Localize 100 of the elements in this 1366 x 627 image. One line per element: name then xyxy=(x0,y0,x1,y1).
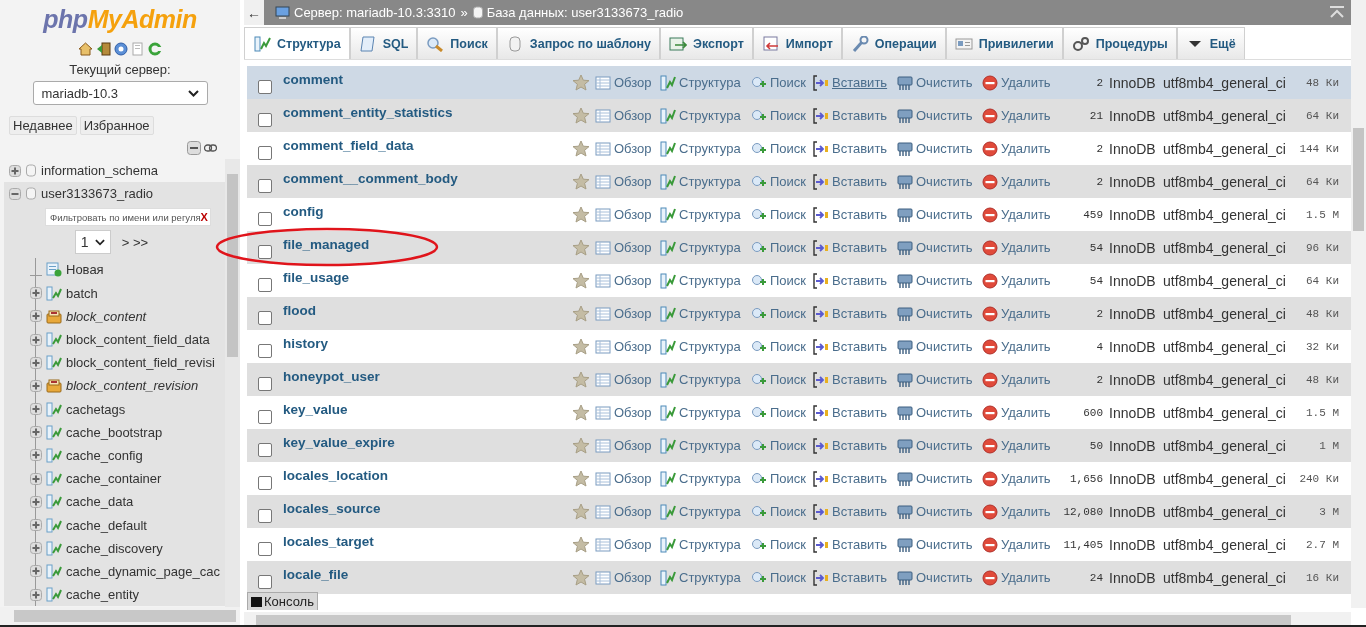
expand-icon[interactable] xyxy=(30,426,42,439)
action-link[interactable]: Поиск xyxy=(770,240,807,255)
action-link[interactable]: Удалить xyxy=(1001,438,1051,453)
star-icon[interactable] xyxy=(572,470,590,487)
action-link[interactable]: Структура xyxy=(679,108,741,123)
action-link[interactable]: Обзор xyxy=(614,306,652,321)
action-link[interactable]: Обзор xyxy=(614,471,652,486)
new-table-link[interactable]: Новая xyxy=(66,262,104,278)
action-link[interactable]: Обзор xyxy=(614,537,652,552)
row-checkbox[interactable] xyxy=(258,277,272,292)
table-name[interactable]: cache_config xyxy=(66,447,143,463)
action-link[interactable]: Обзор xyxy=(614,570,652,585)
database-link[interactable]: База данных: user3133673_radio xyxy=(486,5,684,20)
action-link[interactable]: Удалить xyxy=(1001,570,1051,585)
action-link[interactable]: Удалить xyxy=(1001,339,1051,354)
back-button[interactable]: ← xyxy=(244,0,264,25)
action-link[interactable]: Вставить xyxy=(832,306,888,321)
database-name[interactable]: user3133673_radio xyxy=(41,186,154,202)
action-link[interactable]: Вставить xyxy=(832,504,888,519)
action-link[interactable]: Очистить xyxy=(916,75,973,90)
action-link[interactable]: Структура xyxy=(679,306,741,321)
action-link[interactable]: Структура xyxy=(679,141,741,156)
row-checkbox[interactable] xyxy=(258,310,272,325)
action-link[interactable]: Поиск xyxy=(770,438,807,453)
server-select[interactable]: mariadb-10.3 xyxy=(32,81,208,105)
action-link[interactable]: Поиск xyxy=(770,405,807,420)
action-link[interactable]: Структура xyxy=(679,372,741,387)
row-checkbox[interactable] xyxy=(258,244,272,259)
action-link[interactable]: Структура xyxy=(679,207,741,222)
table-name[interactable]: cache_default xyxy=(66,517,147,533)
action-link[interactable]: Очистить xyxy=(916,570,973,585)
action-link[interactable]: Очистить xyxy=(916,108,973,123)
page-navigation-link[interactable]: > >> xyxy=(121,234,149,250)
collapse-icon[interactable] xyxy=(1329,5,1345,19)
row-checkbox[interactable] xyxy=(258,79,272,94)
action-link[interactable]: Удалить xyxy=(1001,174,1051,189)
action-link[interactable]: Очистить xyxy=(916,273,973,288)
action-link[interactable]: Структура xyxy=(679,570,741,585)
table-name[interactable]: cache_data xyxy=(66,494,134,510)
star-icon[interactable] xyxy=(572,239,590,256)
action-link[interactable]: Удалить xyxy=(1001,372,1051,387)
action-link[interactable]: Поиск xyxy=(770,471,807,486)
action-link[interactable]: Поиск xyxy=(770,372,807,387)
star-icon[interactable] xyxy=(572,107,590,124)
expand-icon[interactable] xyxy=(30,379,42,392)
table-name-link[interactable]: comment_field_data xyxy=(283,138,414,153)
action-link[interactable]: Вставить xyxy=(832,273,888,288)
table-name[interactable]: cache_bootstrap xyxy=(66,424,163,440)
action-link[interactable]: Структура xyxy=(679,471,741,486)
table-name[interactable]: batch xyxy=(66,285,98,301)
table-name-link[interactable]: locales_source xyxy=(283,501,381,516)
table-name-link[interactable]: locales_location xyxy=(283,468,389,483)
expand-icon[interactable] xyxy=(30,310,42,323)
action-link[interactable]: Структура xyxy=(679,75,741,90)
home-icon[interactable] xyxy=(78,42,93,56)
action-link[interactable]: Обзор xyxy=(614,108,652,123)
database-name[interactable]: information_schema xyxy=(41,163,159,179)
action-link[interactable]: Удалить xyxy=(1001,537,1051,552)
tab[interactable]: Структура xyxy=(244,27,350,59)
table-name-link[interactable]: comment__comment_body xyxy=(283,171,458,186)
action-link[interactable]: Структура xyxy=(679,405,741,420)
row-checkbox[interactable] xyxy=(258,409,272,424)
expand-icon[interactable] xyxy=(30,287,42,300)
action-link[interactable]: Обзор xyxy=(614,405,652,420)
tab[interactable]: Операции xyxy=(841,27,946,59)
action-link[interactable]: Очистить xyxy=(916,207,973,222)
table-name-link[interactable]: locales_target xyxy=(283,534,374,549)
expand-icon[interactable] xyxy=(30,333,42,346)
scrollbar[interactable] xyxy=(225,159,240,607)
star-icon[interactable] xyxy=(572,536,590,553)
tab[interactable]: Привилегии xyxy=(945,27,1063,59)
action-link[interactable]: Вставить xyxy=(832,471,888,486)
action-link[interactable]: Очистить xyxy=(916,471,973,486)
table-name[interactable]: cache_dynamic_page_cac xyxy=(66,563,220,579)
action-link[interactable]: Поиск xyxy=(770,75,807,90)
action-link[interactable]: Структура xyxy=(679,174,741,189)
table-name-link[interactable]: file_usage xyxy=(283,270,350,285)
star-icon[interactable] xyxy=(572,371,590,388)
action-link[interactable]: Удалить xyxy=(1001,108,1051,123)
expand-icon[interactable] xyxy=(30,403,42,416)
action-link[interactable]: Вставить xyxy=(832,570,888,585)
action-link[interactable]: Вставить xyxy=(832,372,888,387)
action-link[interactable]: Поиск xyxy=(770,306,807,321)
action-link[interactable]: Вставить xyxy=(832,438,888,453)
sidebar-tab-button[interactable]: Избранное xyxy=(79,116,154,135)
action-link[interactable]: Поиск xyxy=(770,108,807,123)
action-link[interactable]: Поиск xyxy=(770,207,807,222)
console-button[interactable]: Консоль xyxy=(247,592,318,610)
tab[interactable]: Ещё xyxy=(1176,27,1245,59)
table-name-link[interactable]: locale_file xyxy=(283,567,349,582)
action-link[interactable]: Удалить xyxy=(1001,240,1051,255)
action-link[interactable]: Обзор xyxy=(614,438,652,453)
action-link[interactable]: Вставить xyxy=(832,174,888,189)
action-link[interactable]: Поиск xyxy=(770,570,807,585)
action-link[interactable]: Поиск xyxy=(770,504,807,519)
table-name-link[interactable]: key_value xyxy=(283,402,348,417)
tab[interactable]: Поиск xyxy=(417,27,497,59)
action-link[interactable]: Удалить xyxy=(1001,471,1051,486)
table-name-link[interactable]: flood xyxy=(283,303,316,318)
table-name-link[interactable]: comment_entity_statistics xyxy=(283,105,453,120)
